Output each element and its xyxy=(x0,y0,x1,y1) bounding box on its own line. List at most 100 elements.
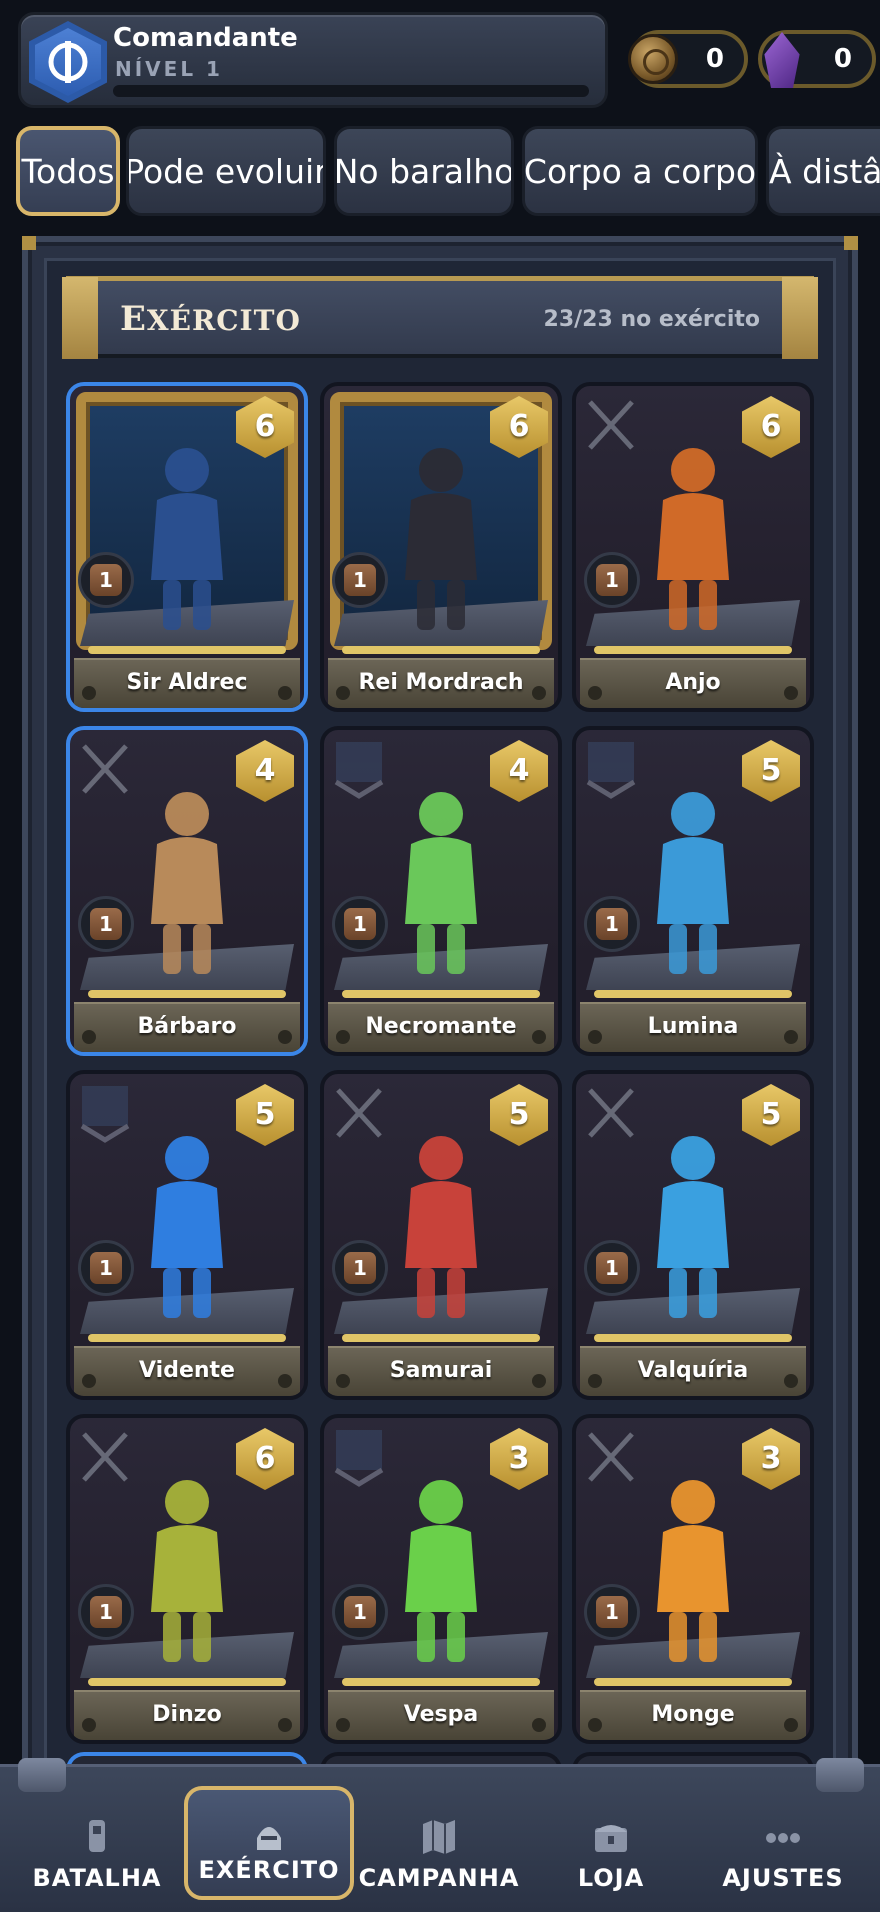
level-badge: 1 xyxy=(78,552,134,608)
unit-name: Vidente xyxy=(74,1346,300,1396)
unit-figure xyxy=(151,1136,223,1318)
unit-name: Bárbaro xyxy=(74,1002,300,1052)
tab-a-distancia[interactable]: À distâ xyxy=(766,126,880,216)
level-badge: 1 xyxy=(332,1584,388,1640)
unit-name: Rei Mordrach xyxy=(328,658,554,708)
xp-progress-bar xyxy=(113,85,589,97)
unit-card[interactable]: 6 1 Dinzo xyxy=(66,1414,308,1744)
unit-progress-bar xyxy=(88,990,286,998)
tab-no-baralho[interactable]: No baralho xyxy=(334,126,514,216)
level-badge: 1 xyxy=(584,896,640,952)
unit-figure xyxy=(151,1480,223,1662)
gold-counter[interactable]: 0 xyxy=(628,30,748,88)
settings-dots-icon xyxy=(766,1833,800,1843)
level-value: 1 xyxy=(344,908,376,940)
commander-emblem-icon xyxy=(29,21,107,103)
level-badge: 1 xyxy=(584,1240,640,1296)
unit-name: Anjo xyxy=(580,658,806,708)
swords-crest-icon xyxy=(588,1432,634,1482)
level-value: 1 xyxy=(596,908,628,940)
unit-card[interactable]: 3 1 Monge xyxy=(572,1414,814,1744)
unit-progress-bar xyxy=(342,1678,540,1686)
gold-coin-icon xyxy=(628,34,678,84)
level-badge: 1 xyxy=(332,1240,388,1296)
unit-card[interactable]: 6 1 Rei Mordrach xyxy=(320,382,562,712)
unit-name: Monge xyxy=(580,1690,806,1740)
profile-card[interactable]: Comandante NÍVEL 1 xyxy=(18,12,608,108)
level-badge: 1 xyxy=(78,1240,134,1296)
unit-name: Sir Aldrec xyxy=(74,658,300,708)
swords-crest-icon xyxy=(82,1432,128,1482)
nav-ornament xyxy=(816,1758,864,1792)
unit-card[interactable]: 5 1 Valquíria xyxy=(572,1070,814,1400)
unit-progress-bar xyxy=(594,1334,792,1342)
chest-icon xyxy=(595,1825,627,1852)
nav-campanha[interactable]: CAMPANHA xyxy=(354,1790,524,1900)
unit-name: Vespa xyxy=(328,1690,554,1740)
unit-card[interactable]: 4 1 Bárbaro xyxy=(66,726,308,1056)
player-name: Comandante xyxy=(113,23,298,53)
unit-card[interactable]: 6 1 Sir Aldrec xyxy=(66,382,308,712)
banner-crest-icon xyxy=(334,1430,384,1487)
unit-card[interactable]: 5 1 Lumina xyxy=(572,726,814,1056)
swords-crest-icon xyxy=(588,400,634,450)
nav-loja[interactable]: LOJA xyxy=(526,1790,696,1900)
swords-crest-icon xyxy=(82,744,128,794)
level-badge: 1 xyxy=(332,896,388,952)
unit-figure xyxy=(405,448,477,630)
helmet-icon xyxy=(257,1827,281,1850)
swords-crest-icon xyxy=(588,1088,634,1138)
unit-figure xyxy=(405,1480,477,1662)
level-value: 1 xyxy=(596,1596,628,1628)
unit-name: Samurai xyxy=(328,1346,554,1396)
crystal-counter[interactable]: 0 xyxy=(758,30,876,88)
unit-figure xyxy=(657,792,729,974)
unit-name: Lumina xyxy=(580,1002,806,1052)
level-badge: 1 xyxy=(78,1584,134,1640)
battle-icon xyxy=(89,1820,105,1852)
unit-card[interactable]: 4 1 Necromante xyxy=(320,726,562,1056)
unit-figure xyxy=(405,1136,477,1318)
level-value: 1 xyxy=(344,564,376,596)
nav-batalha[interactable]: BATALHA xyxy=(12,1790,182,1900)
unit-progress-bar xyxy=(594,990,792,998)
unit-figure xyxy=(151,792,223,974)
unit-card[interactable]: 6 1 Anjo xyxy=(572,382,814,712)
nav-ajustes[interactable]: AJUSTES xyxy=(698,1790,868,1900)
unit-card[interactable]: 5 1 Samurai xyxy=(320,1070,562,1400)
unit-progress-bar xyxy=(88,646,286,654)
level-badge: 1 xyxy=(584,552,640,608)
level-value: 1 xyxy=(344,1252,376,1284)
level-badge: 1 xyxy=(332,552,388,608)
level-value: 1 xyxy=(90,1252,122,1284)
unit-progress-bar xyxy=(594,1678,792,1686)
gold-value: 0 xyxy=(705,44,724,74)
unit-progress-bar xyxy=(88,1334,286,1342)
tab-corpo-a-corpo[interactable]: Corpo a corpo xyxy=(522,126,758,216)
unit-figure xyxy=(405,792,477,974)
tab-pode-evoluir[interactable]: Pode evoluir xyxy=(126,126,326,216)
nav-ornament xyxy=(18,1758,66,1792)
unit-figure xyxy=(151,448,223,630)
army-count: 23/23 no exército xyxy=(543,307,760,332)
unit-name: Valquíria xyxy=(580,1346,806,1396)
unit-progress-bar xyxy=(594,646,792,654)
purple-crystal-icon xyxy=(764,32,800,88)
unit-name: Necromante xyxy=(328,1002,554,1052)
tab-todos[interactable]: Todos xyxy=(16,126,120,216)
level-badge: 1 xyxy=(584,1584,640,1640)
army-title: EXÉRCITO xyxy=(120,299,301,339)
banner-crest-icon xyxy=(334,742,384,799)
unit-progress-bar xyxy=(342,990,540,998)
banner-crest-icon xyxy=(80,1086,130,1143)
unit-figure xyxy=(657,448,729,630)
filter-tabs: Todos Pode evoluir No baralho Corpo a co… xyxy=(16,126,880,218)
nav-exercito[interactable]: EXÉRCITO xyxy=(184,1786,354,1900)
level-value: 1 xyxy=(596,564,628,596)
unit-card[interactable]: 3 1 Vespa xyxy=(320,1414,562,1744)
level-value: 1 xyxy=(90,564,122,596)
unit-name: Dinzo xyxy=(74,1690,300,1740)
unit-card[interactable]: 5 1 Vidente xyxy=(66,1070,308,1400)
player-level: NÍVEL 1 xyxy=(115,57,223,81)
unit-progress-bar xyxy=(342,1334,540,1342)
